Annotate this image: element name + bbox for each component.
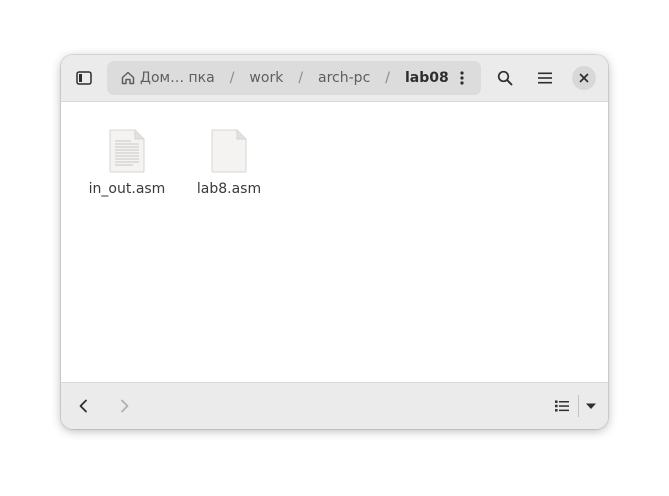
dropdown-arrow-icon xyxy=(586,403,596,409)
path-bar: Дом… пка / work / arch-pc / lab08 xyxy=(107,61,481,95)
vertical-ellipsis-icon xyxy=(460,71,464,85)
file-name: in_out.asm xyxy=(88,181,166,197)
sidebar-toggle-icon xyxy=(76,71,92,85)
breadcrumb-lab08-label: lab08 xyxy=(404,70,449,86)
file-name: lab8.asm xyxy=(196,181,262,197)
breadcrumb-work[interactable]: work xyxy=(249,61,283,95)
breadcrumb-separator: / xyxy=(229,70,235,86)
main-menu-button[interactable] xyxy=(528,61,562,95)
list-view-icon xyxy=(555,400,569,412)
search-button[interactable] xyxy=(488,61,522,95)
breadcrumb-work-label: work xyxy=(249,70,284,86)
view-divider xyxy=(578,395,579,417)
chevron-left-icon xyxy=(79,399,87,413)
text-file-icon xyxy=(109,129,145,173)
chevron-right-icon xyxy=(121,399,129,413)
breadcrumb-arch-pc[interactable]: arch-pc xyxy=(318,61,370,95)
file-view[interactable]: in_out.asm lab8.asm xyxy=(61,102,608,382)
sidebar-toggle-button[interactable] xyxy=(67,61,101,95)
forward-button[interactable] xyxy=(107,389,141,423)
close-icon xyxy=(579,73,589,83)
home-icon xyxy=(121,71,135,85)
header-bar: Дом… пка / work / arch-pc / lab08 xyxy=(61,55,608,102)
list-view-button[interactable] xyxy=(545,389,579,423)
blank-file-icon xyxy=(211,129,247,173)
breadcrumb-home-label: Дом… пка xyxy=(140,70,215,86)
search-icon xyxy=(497,70,513,86)
breadcrumb-separator: / xyxy=(385,70,390,86)
path-more-button[interactable] xyxy=(449,65,475,91)
back-button[interactable] xyxy=(67,389,101,423)
breadcrumb-separator: / xyxy=(298,70,304,86)
hamburger-menu-icon xyxy=(538,72,552,84)
close-button[interactable] xyxy=(572,66,596,90)
breadcrumb-home[interactable]: Дом… пка xyxy=(120,61,215,95)
view-options-button[interactable] xyxy=(580,389,602,423)
file-item[interactable]: lab8.asm xyxy=(183,129,275,197)
file-item[interactable]: in_out.asm xyxy=(81,129,173,197)
breadcrumb-arch-pc-label: arch-pc xyxy=(318,70,371,86)
file-manager-window: Дом… пка / work / arch-pc / lab08 in_out… xyxy=(61,55,608,429)
bottom-toolbar xyxy=(61,382,608,429)
breadcrumb-lab08[interactable]: lab08 xyxy=(405,61,449,95)
